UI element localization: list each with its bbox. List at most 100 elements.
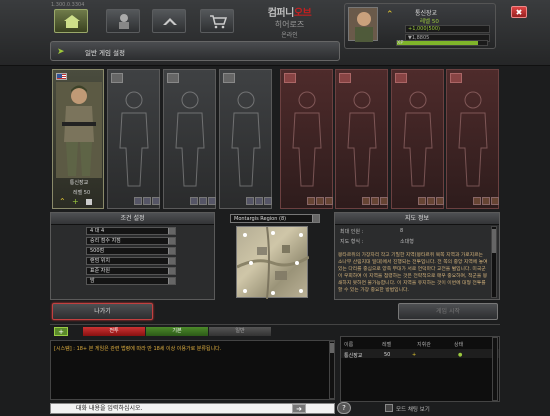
player-level: 레벨 50 (73, 190, 91, 196)
slot-lock-icon[interactable] (284, 73, 296, 83)
user-col-level: 레벨 (382, 342, 392, 348)
map-type-label: 지도 형식 : (340, 239, 364, 245)
max-players-value: 8 (400, 228, 404, 234)
slot-lock-icon[interactable] (339, 73, 351, 83)
mode-chat-checkbox[interactable] (385, 404, 393, 412)
tab-battle[interactable]: 전투 (83, 327, 145, 336)
silhouette-icon (403, 91, 433, 187)
player-slot-1[interactable]: 통신장교 레벨 50 ⌃ + (52, 69, 104, 209)
player-slot-3[interactable] (163, 69, 216, 209)
version-label: 1.300.0.3304 (51, 2, 85, 8)
shop-tab-button[interactable] (200, 9, 234, 33)
chat-scrollbar[interactable] (329, 341, 335, 399)
scroll-thumb[interactable] (330, 343, 334, 353)
divider (50, 324, 500, 325)
silhouette-icon (231, 91, 261, 187)
slot-lock-icon[interactable] (395, 73, 407, 83)
slot-lock-icon[interactable] (450, 73, 462, 83)
player-name: 통신장교 (69, 180, 89, 186)
rank-icon: ⌃ (59, 197, 66, 206)
room-title: 일반 게임 설정 (85, 49, 126, 57)
resources-select[interactable]: 표준 자원 (86, 267, 176, 275)
profile-level: 레벨 50 (420, 19, 439, 25)
conditions-title: 조건 설정 (51, 213, 214, 225)
profile-money: +1,000(500) (405, 25, 490, 33)
chevron-down-icon (168, 228, 175, 234)
help-icon[interactable]: ? (337, 402, 351, 414)
user-row-commander: + (412, 352, 417, 358)
user-row-status: ● (458, 352, 463, 358)
info-scrollbar[interactable] (491, 226, 497, 298)
enemy-slot-3[interactable] (391, 69, 444, 209)
army-tab-button[interactable] (106, 9, 140, 33)
start-game-button[interactable]: 게임 시작 (398, 303, 498, 320)
map-terrain-image (236, 226, 310, 300)
soldier-icon (119, 14, 129, 29)
tab-basic[interactable]: 기본 (146, 327, 208, 336)
mode-chat-label: 모드 채팅 보기 (396, 407, 430, 413)
player-slot-4[interactable] (219, 69, 272, 209)
chevron-down-icon (168, 258, 175, 264)
xp-fill (397, 41, 478, 45)
map-info-title: 지도 정보 (335, 213, 499, 225)
rank-chevron-icon: ⌃ (386, 10, 394, 20)
game-logo: 컴퍼니오브 히어로즈 온라인 (267, 8, 312, 39)
player-icons: ⌃ + (56, 197, 104, 207)
time-of-day-select[interactable]: 밤 (86, 277, 176, 285)
status-icon (86, 199, 92, 205)
points-select[interactable]: 500점 (86, 247, 176, 255)
scroll-thumb[interactable] (492, 229, 496, 253)
soldier-portrait (56, 82, 102, 178)
silhouette-icon (458, 91, 488, 187)
top-bar: 1.300.0.3304 컴퍼니오브 히어로즈 온라인 ➤ 일반 게임 설정 ⌃… (0, 0, 550, 66)
user-col-name: 이름 (344, 342, 354, 348)
chat-message: [시스템] : 18+ 본 게임은 관련 법령에 따라 만 18세 이상 이용가… (54, 346, 222, 352)
slot-lock-icon[interactable] (111, 73, 123, 83)
chevron-down-icon (168, 238, 175, 244)
close-button[interactable]: ✖ (511, 6, 527, 18)
add-chat-button[interactable]: + (54, 327, 68, 336)
chevron-down-icon (168, 268, 175, 274)
avatar[interactable] (348, 7, 378, 42)
silhouette-icon (347, 91, 377, 187)
room-title-bar: ➤ 일반 게임 설정 (50, 41, 340, 61)
enemy-slot-2[interactable] (335, 69, 388, 209)
max-players-label: 최대 인원 : (340, 229, 364, 235)
user-row-level: 50 (384, 352, 391, 358)
send-icon[interactable]: ➜ (292, 404, 306, 413)
slot-lock-icon[interactable] (223, 73, 235, 83)
chevron-down-icon (168, 278, 175, 284)
leave-button[interactable]: 나가기 (52, 303, 153, 320)
map-select[interactable]: Montargis Region (8) (230, 214, 320, 223)
xp-label: XP (397, 40, 404, 46)
victory-condition-select[interactable]: 승리 점수 지점 (86, 237, 176, 245)
tab-general[interactable]: 일반 (209, 327, 271, 336)
team-size-select[interactable]: 4 대 4 (86, 227, 176, 235)
us-flag-icon (56, 73, 67, 80)
chevron-down-icon (168, 248, 175, 254)
chevron-down-icon (312, 215, 319, 222)
cart-icon (210, 15, 228, 29)
xp-bar (396, 40, 488, 46)
user-col-status: 상태 (454, 342, 464, 348)
conditions-panel: 조건 설정 (50, 212, 215, 300)
userlist-scrollbar[interactable] (492, 337, 498, 401)
silhouette-icon (175, 91, 205, 187)
user-row-name: 통신장교 (344, 353, 363, 359)
silhouette-icon (292, 91, 322, 187)
chevron-up-icon (163, 18, 177, 25)
silhouette-icon (119, 91, 149, 187)
player-slot-2[interactable] (107, 69, 160, 209)
position-select[interactable]: 랜덤 위치 (86, 257, 176, 265)
slot-lock-icon[interactable] (167, 73, 179, 83)
back-chevron-icon[interactable]: ➤ (57, 47, 67, 57)
user-row[interactable] (341, 349, 499, 358)
enemy-slot-4[interactable] (446, 69, 499, 209)
house-icon (64, 15, 80, 28)
enemy-slot-1[interactable] (280, 69, 333, 209)
user-col-commander: 지휘관 (417, 342, 431, 348)
profile-name: 통신장교 (415, 10, 438, 17)
map-description: 몽타르쥐의 가장자리 작고 기밀한 지역(몽타르쥐 북쪽 지역과 가로지르는 소… (338, 253, 488, 293)
home-tab-button[interactable] (54, 9, 88, 33)
rank-tab-button[interactable] (152, 9, 186, 33)
